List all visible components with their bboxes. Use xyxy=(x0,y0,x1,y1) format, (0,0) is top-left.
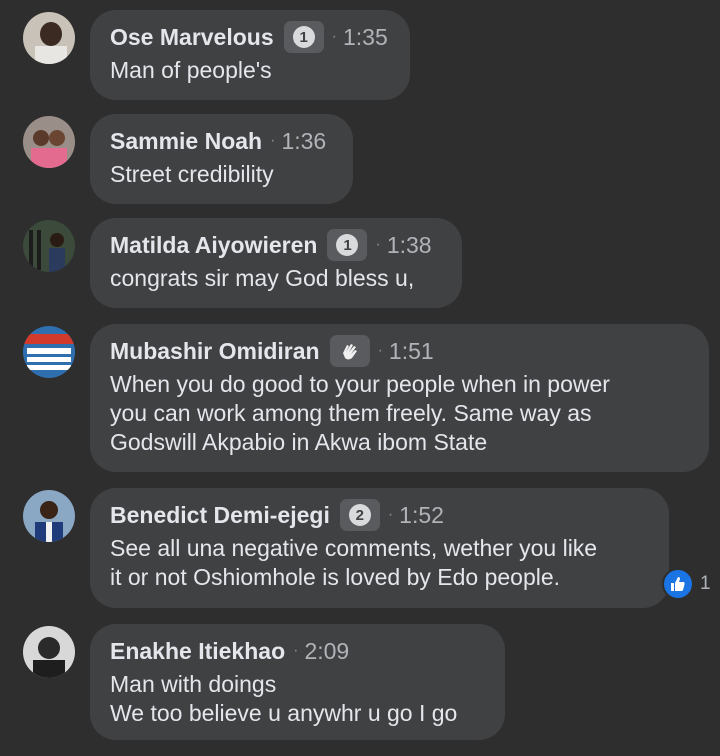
comment-bubble[interactable]: Benedict Demi-ejegi 2 · 1:52 See all una… xyxy=(90,488,669,608)
comment-bubble[interactable]: Ose Marvelous 1 · 1:35 Man of people's xyxy=(90,10,410,100)
avatar[interactable] xyxy=(23,626,75,678)
separator-dot: · xyxy=(270,132,276,149)
separator-dot: · xyxy=(387,506,394,523)
comment-bubble[interactable]: Enakhe Itiekhao · 2:09 Man with doings W… xyxy=(90,624,505,740)
comment-time[interactable]: 1:36 xyxy=(281,128,326,155)
comment-time[interactable]: 1:52 xyxy=(399,502,444,529)
reaction-summary[interactable]: 1 xyxy=(662,568,711,600)
avatar[interactable] xyxy=(23,326,75,378)
separator-dot: · xyxy=(293,642,299,659)
commenter-name[interactable]: Matilda Aiyowieren xyxy=(110,232,317,259)
comment-text-line: See all una negative comments, wether yo… xyxy=(110,535,598,561)
avatar[interactable] xyxy=(23,220,75,272)
comment-text-line: Godswill Akpabio in Akwa ibom State xyxy=(110,429,488,455)
comment-text-line: Man of people's xyxy=(110,57,272,83)
comment-time[interactable]: 1:38 xyxy=(387,232,432,259)
commenter-name[interactable]: Mubashir Omidiran xyxy=(110,338,320,365)
comment-text-line: it or not Oshiomhole is loved by Edo peo… xyxy=(110,564,561,590)
comment-bubble[interactable]: Sammie Noah · 1:36 Street credibility xyxy=(90,114,353,204)
avatar[interactable] xyxy=(23,490,75,542)
comment-time[interactable]: 2:09 xyxy=(304,638,349,665)
avatar[interactable] xyxy=(23,12,75,64)
comment-text-line: congrats sir may God bless u, xyxy=(110,265,415,291)
top-fan-badge[interactable]: 1 xyxy=(327,229,368,261)
badge-number: 1 xyxy=(292,26,315,48)
commenter-name[interactable]: Ose Marvelous xyxy=(110,24,274,51)
clapping-hands-icon[interactable] xyxy=(329,335,370,367)
comment-text-line: you can work among them freely. Same way… xyxy=(110,400,592,426)
commenter-name[interactable]: Sammie Noah xyxy=(110,128,262,155)
comment-bubble[interactable]: Mubashir Omidiran · 1:51 When you do goo… xyxy=(90,324,709,472)
badge-number: 1 xyxy=(336,234,359,256)
comment-bubble[interactable]: Matilda Aiyowieren 1 · 1:38 congrats sir… xyxy=(90,218,462,308)
commenter-name[interactable]: Enakhe Itiekhao xyxy=(110,638,285,665)
comment-text-line: When you do good to your people when in … xyxy=(110,371,610,397)
separator-dot: · xyxy=(331,28,337,45)
badge-number: 2 xyxy=(348,504,371,526)
reaction-count: 1 xyxy=(700,573,711,594)
separator-dot: · xyxy=(377,342,383,359)
separator-dot: · xyxy=(375,236,381,253)
top-fan-badge[interactable]: 2 xyxy=(339,499,380,531)
like-icon xyxy=(662,568,694,600)
commenter-name[interactable]: Benedict Demi-ejegi xyxy=(110,502,330,529)
comment-time[interactable]: 1:51 xyxy=(389,338,434,365)
comment-text-line: We too believe u anywhr u go I go xyxy=(110,700,458,726)
top-fan-badge[interactable]: 1 xyxy=(283,21,324,53)
avatar[interactable] xyxy=(23,116,75,168)
comment-text-line: Man with doings xyxy=(110,671,277,697)
comment-time[interactable]: 1:35 xyxy=(343,24,388,51)
comment-text-line: Street credibility xyxy=(110,161,274,187)
